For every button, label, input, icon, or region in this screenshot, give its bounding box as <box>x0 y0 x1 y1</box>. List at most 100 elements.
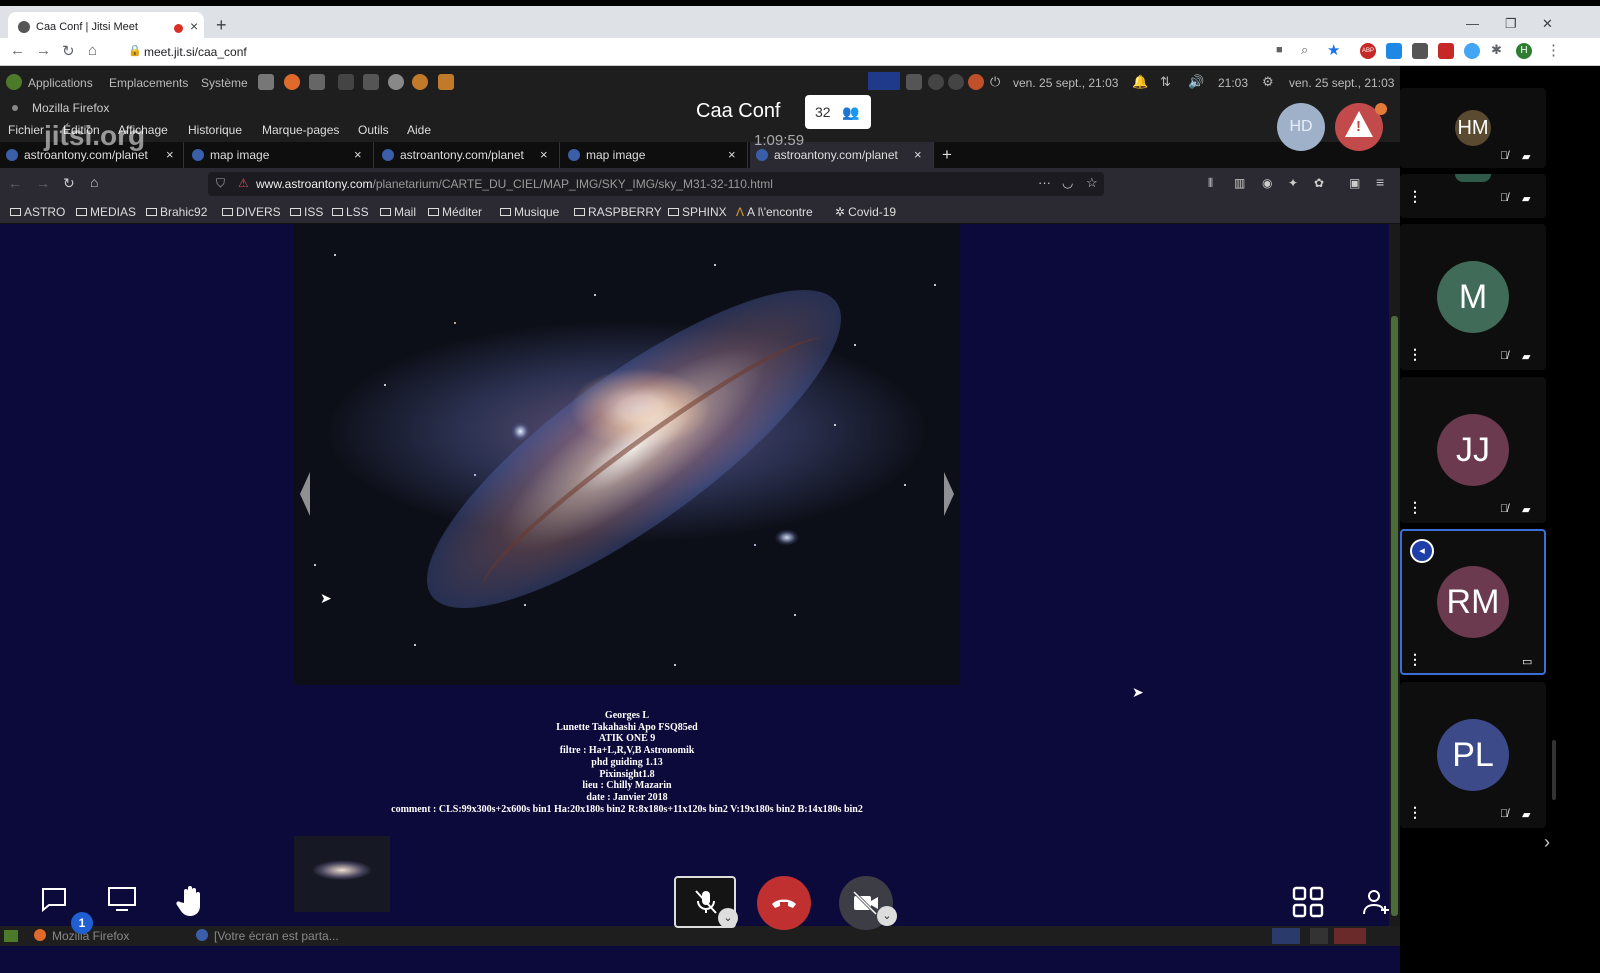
participant-tile[interactable]: HM 🎙̸ ▰ <box>1400 88 1546 168</box>
tray-icon[interactable] <box>906 74 922 90</box>
filmstrip-toggle-chevron-icon[interactable]: › <box>1544 832 1550 853</box>
bookmark-link[interactable]: ΛA l\'encontre <box>736 205 813 219</box>
bookmark-folder[interactable]: Musique <box>500 205 559 219</box>
moon-launcher-icon[interactable] <box>412 74 428 90</box>
account-icon[interactable]: ◉ <box>1262 176 1272 190</box>
minimize-icon[interactable]: — <box>1466 16 1479 31</box>
participant-count-button[interactable]: 32 👥 <box>805 95 871 129</box>
firefox-url-bar[interactable]: ⛉ ⚠ www.astroantony.com/planetarium/CART… <box>208 172 1104 196</box>
tab-close-icon[interactable]: × <box>190 18 198 34</box>
taskbar-item-screen-share[interactable]: [Votre écran est parta... <box>214 929 339 943</box>
ff-reload-icon[interactable]: ↻ <box>63 175 75 192</box>
pocket-icon[interactable]: ◡ <box>1062 175 1073 191</box>
workspace-switcher[interactable] <box>868 72 900 90</box>
home-icon[interactable]: ⌂ <box>88 42 97 59</box>
extensions-puzzle-icon[interactable]: ✱ <box>1491 42 1502 58</box>
menu-systeme[interactable]: Système <box>201 76 248 90</box>
restore-icon[interactable]: ❐ <box>1505 16 1517 32</box>
next-image-icon[interactable] <box>944 472 954 516</box>
firefox-tab[interactable]: astroantony.com/planet × <box>376 142 560 168</box>
tab-close-icon[interactable]: × <box>914 147 922 162</box>
participant-tile[interactable]: PL ⋮ 🎙̸ ▰ <box>1400 682 1546 828</box>
bookmark-folder[interactable]: Mail <box>380 205 416 219</box>
bookmark-folder[interactable]: Brahic92 <box>146 205 207 219</box>
files-launcher-icon[interactable] <box>309 74 325 90</box>
extension-red-icon[interactable] <box>1438 43 1454 59</box>
tile-menu-icon[interactable]: ⋮ <box>1408 346 1422 363</box>
firefox-launcher-icon[interactable] <box>284 74 300 90</box>
connection-warning-button[interactable]: ! <box>1335 103 1387 151</box>
adblock-icon[interactable]: ABP <box>1360 43 1376 59</box>
tab-close-icon[interactable]: × <box>354 147 362 162</box>
camera-button[interactable]: ⌄ <box>839 876 897 930</box>
network-icon[interactable]: ⇅ <box>1160 74 1171 90</box>
tile-menu-icon[interactable]: ⋮ <box>1408 804 1422 821</box>
menu-emplacements[interactable]: Emplacements <box>109 76 188 90</box>
launcher-icon[interactable] <box>258 74 274 90</box>
bookmark-folder[interactable]: SPHINX <box>668 205 727 219</box>
extension-shield-icon[interactable] <box>1412 43 1428 59</box>
tile-menu-icon[interactable]: ⋮ <box>1408 188 1422 205</box>
vlc-launcher-icon[interactable] <box>438 74 454 90</box>
participant-tile[interactable]: JJ ⋮ 🎙̸ ▰ <box>1400 377 1546 523</box>
bookmark-folder[interactable]: ASTRO <box>10 205 65 219</box>
volume-icon[interactable]: 🔊 <box>1188 74 1204 90</box>
tab-close-icon[interactable]: × <box>540 147 548 162</box>
bookmark-star-icon[interactable]: ★ <box>1327 41 1340 59</box>
menu-fichier[interactable]: Fichier <box>8 123 44 137</box>
page-actions-icon[interactable]: ··· <box>1038 175 1051 190</box>
back-icon[interactable]: ← <box>10 42 25 59</box>
gift-icon[interactable]: ▣ <box>1349 176 1360 190</box>
tile-view-button[interactable] <box>1292 886 1324 918</box>
tray-close-icon[interactable] <box>968 74 984 90</box>
distro-logo-icon[interactable] <box>6 74 22 90</box>
filmstrip-scrollbar[interactable] <box>1552 740 1556 800</box>
ff-back-icon[interactable]: ← <box>8 175 22 191</box>
hangup-button[interactable] <box>757 876 811 930</box>
chrome-menu-icon[interactable]: ⋮ <box>1546 41 1561 59</box>
bookmark-folder[interactable]: RASPBERRY <box>574 205 662 219</box>
bookmark-folder[interactable]: ISS <box>290 205 323 219</box>
tile-menu-icon[interactable]: ⋮ <box>1408 499 1422 516</box>
extension-icon[interactable]: ✿ <box>1314 176 1324 190</box>
bookmark-folder[interactable]: LSS <box>332 205 369 219</box>
menu-aide[interactable]: Aide <box>407 123 431 137</box>
window-close-icon[interactable]: ✕ <box>1542 16 1553 32</box>
invite-people-button[interactable] <box>1362 887 1392 917</box>
new-tab-button[interactable]: + <box>216 15 227 36</box>
menu-historique[interactable]: Historique <box>188 123 242 137</box>
workspace-icon[interactable] <box>1334 928 1366 944</box>
microphone-options-chevron-icon[interactable]: ⌄ <box>718 908 738 928</box>
workspace-icon[interactable] <box>1272 928 1300 944</box>
notification-bell-icon[interactable]: 🔔 <box>1132 74 1148 90</box>
extension-icon[interactable] <box>1386 43 1402 59</box>
jitsi-watermark-logo[interactable]: jitsi.org <box>44 120 145 152</box>
firefox-tab[interactable]: map image × <box>562 142 748 168</box>
address-bar[interactable]: 🔒 meet.jit.si/caa_conf <box>122 41 1274 63</box>
zoom-icon[interactable]: ⌕ <box>1301 42 1308 58</box>
profile-avatar[interactable]: H <box>1516 43 1532 59</box>
participant-tile[interactable]: M ⋮ 🎙̸ ▰ <box>1400 224 1546 370</box>
reload-icon[interactable]: ↻ <box>62 42 75 60</box>
tab-close-icon[interactable]: × <box>166 147 174 162</box>
participant-tile-speaking[interactable]: ◂ RM ⋮ ▭ <box>1400 529 1546 675</box>
previous-image-icon[interactable] <box>300 472 310 516</box>
tray-circle-icon[interactable] <box>928 74 944 90</box>
tray-circle-icon[interactable] <box>948 74 964 90</box>
forward-icon[interactable]: → <box>36 42 51 59</box>
disc-launcher-icon[interactable] <box>388 74 404 90</box>
camera-indicator-icon[interactable]: ■ <box>1276 44 1283 56</box>
firefox-menu-icon[interactable]: ≡ <box>1376 174 1384 190</box>
screenshare-button[interactable] <box>107 885 137 913</box>
bookmark-link[interactable]: ✲ Covid-19 <box>835 205 896 219</box>
show-desktop-icon[interactable] <box>4 930 18 942</box>
firefox-new-tab-button[interactable]: + <box>942 145 952 165</box>
ff-forward-icon[interactable]: → <box>36 175 50 191</box>
extension-icon[interactable]: ✦ <box>1288 176 1298 190</box>
microphone-button[interactable]: ⌄ <box>674 876 738 928</box>
tab-close-icon[interactable]: × <box>728 147 736 162</box>
tile-menu-icon[interactable]: ⋮ <box>1408 651 1422 668</box>
terminal-launcher-icon[interactable] <box>338 74 354 90</box>
camera-launcher-icon[interactable] <box>363 74 379 90</box>
menu-outils[interactable]: Outils <box>358 123 389 137</box>
